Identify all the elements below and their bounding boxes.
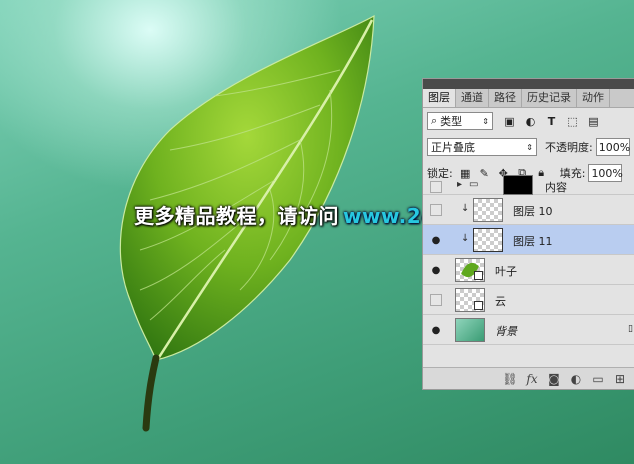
mask-icon[interactable]: ◙ <box>543 372 565 386</box>
filter-kind-select[interactable]: ⌕ 类型 ⇕ <box>427 112 493 130</box>
type-filter-icon[interactable]: T <box>545 115 558 128</box>
chevron-updown-icon: ⇕ <box>482 116 489 126</box>
lock-transparent-icon[interactable]: ▦ <box>459 167 472 180</box>
opacity-label: 不透明度: <box>545 141 593 154</box>
opacity-input[interactable]: 100% <box>595 138 631 156</box>
layer-thumbnail <box>455 318 485 342</box>
chevron-right-icon[interactable]: ▸ <box>457 179 462 190</box>
layer-name: 叶子 <box>495 265 517 278</box>
eye-icon[interactable]: ● <box>428 322 444 338</box>
smart-object-badge-icon <box>474 301 483 310</box>
new-layer-icon[interactable]: ⊞ <box>609 372 631 386</box>
eye-icon[interactable]: ● <box>428 262 444 278</box>
layer-name: 背景 <box>495 325 517 338</box>
layer-name: 图层 10 <box>513 205 553 218</box>
fill-value: 100% <box>591 166 623 180</box>
opacity-value: 100% <box>598 140 631 154</box>
smart-object-filter-icon[interactable]: ▤ <box>587 115 600 128</box>
fx-icon[interactable]: fx <box>521 372 543 386</box>
layer-row-cloud[interactable]: 云 <box>423 285 634 315</box>
tab-history[interactable]: 历史记录 <box>522 89 577 107</box>
layer-name: 图层 11 <box>513 235 553 248</box>
layer-list: ▸ ▭ 内容 ↓ 图层 10 ● ↓ 图层 11 ● 叶子 云 ● 背景 ▯ <box>423 175 634 345</box>
layers-panel: 图层 通道 路径 历史记录 动作 ⌕ 类型 ⇕ ▣ ◐ T ⬚ ▤ 正片叠底 ⇕… <box>422 78 634 390</box>
search-icon: ⌕ <box>431 114 438 127</box>
tab-layers[interactable]: 图层 <box>423 89 456 107</box>
lock-image-icon[interactable]: ✎ <box>478 167 491 180</box>
watermark-text: 更多精品教程，请访问 <box>134 204 339 228</box>
lock-all-icon[interactable]: 🔒︎ <box>535 166 548 180</box>
tab-paths[interactable]: 路径 <box>489 89 522 107</box>
shape-filter-icon[interactable]: ⬚ <box>566 115 579 128</box>
layer-row-background[interactable]: ● 背景 ▯ <box>423 315 634 345</box>
layer-row-layer10[interactable]: ↓ 图层 10 <box>423 195 634 225</box>
visibility-toggle[interactable] <box>428 292 444 308</box>
adjustment-filter-icon[interactable]: ◐ <box>524 115 537 128</box>
smart-object-badge-icon <box>474 271 483 280</box>
group-mask-thumbnail <box>503 175 533 195</box>
clipping-arrow-icon: ↓ <box>461 233 470 244</box>
panel-tabs: 图层 通道 路径 历史记录 动作 <box>423 89 634 108</box>
filter-row: ⌕ 类型 ⇕ ▣ ◐ T ⬚ ▤ <box>423 108 634 134</box>
fill-input[interactable]: 100% <box>588 164 623 182</box>
panel-footer: ⛓ fx ◙ ◐ ▭ ⊞ <box>423 367 634 389</box>
clipping-arrow-icon: ↓ <box>461 203 470 214</box>
tab-channels[interactable]: 通道 <box>456 89 489 107</box>
layer-row-layer11[interactable]: ● ↓ 图层 11 <box>423 225 634 255</box>
folder-icon: ▭ <box>469 179 479 190</box>
layer-row-content-group[interactable]: ▸ ▭ 内容 <box>423 175 634 195</box>
link-icon[interactable]: ⛓ <box>499 372 521 386</box>
visibility-toggle[interactable] <box>428 202 444 218</box>
blend-row: 正片叠底 ⇕ 不透明度: 100% <box>423 134 634 160</box>
lock-icon: ▯ <box>628 324 633 334</box>
blend-mode-value: 正片叠底 <box>431 141 475 154</box>
adjustment-icon[interactable]: ◐ <box>565 372 587 386</box>
panel-title-bar[interactable] <box>423 79 634 89</box>
tab-actions[interactable]: 动作 <box>577 89 610 107</box>
chevron-updown-icon: ⇕ <box>526 142 533 152</box>
image-filter-icon[interactable]: ▣ <box>503 115 516 128</box>
layer-thumbnail <box>455 288 485 312</box>
filter-kind-label: 类型 <box>440 115 463 128</box>
layer-name: 内容 <box>545 181 567 194</box>
layer-thumbnail <box>455 258 485 282</box>
layer-thumbnail <box>473 198 503 222</box>
layer-thumbnail <box>473 228 503 252</box>
blend-mode-select[interactable]: 正片叠底 ⇕ <box>427 138 537 156</box>
folder-icon[interactable]: ▭ <box>587 372 609 386</box>
visibility-toggle[interactable] <box>428 179 444 195</box>
layer-row-leaf[interactable]: ● 叶子 <box>423 255 634 285</box>
eye-icon[interactable]: ● <box>428 232 444 248</box>
layer-name: 云 <box>495 295 506 308</box>
